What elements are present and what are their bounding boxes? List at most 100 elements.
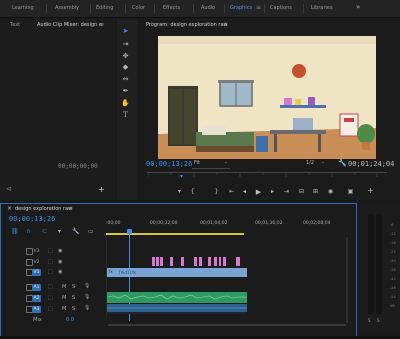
- sequence-menu-icon[interactable]: ≡: [68, 205, 73, 212]
- mute-button[interactable]: M: [62, 306, 66, 312]
- add-marker-icon[interactable]: ▾: [58, 228, 61, 235]
- eye-icon[interactable]: ◉: [58, 248, 62, 254]
- graphic-clip[interactable]: [208, 257, 211, 266]
- graphic-clip[interactable]: [236, 257, 240, 266]
- sync-lock-icon[interactable]: ⬚: [48, 284, 53, 290]
- audio-clip-a3[interactable]: [107, 312, 247, 314]
- workspace-tab-graphics[interactable]: Graphics: [230, 5, 252, 11]
- button-editor-icon[interactable]: +: [366, 187, 375, 195]
- graphic-clip[interactable]: [194, 257, 197, 266]
- tab-text[interactable]: Text: [10, 22, 20, 28]
- track-label-v2[interactable]: V2: [32, 259, 41, 266]
- monitor-playhead-icon[interactable]: ▾: [180, 173, 183, 180]
- mix-value[interactable]: 0.0: [66, 317, 74, 323]
- step-forward-frame-icon[interactable]: ▸: [268, 188, 277, 196]
- hand-icon[interactable]: ✋: [121, 99, 130, 108]
- workspace-tab-color[interactable]: Color: [132, 5, 145, 11]
- go-to-in-icon[interactable]: }: [212, 188, 221, 196]
- workspace-tab-editing[interactable]: Editing: [96, 5, 113, 11]
- mixer-prev-icon[interactable]: ⊲: [6, 185, 12, 193]
- graphic-clip[interactable]: [181, 257, 184, 266]
- sync-lock-icon[interactable]: ⬚: [48, 248, 53, 254]
- audio-clip-a2[interactable]: [107, 304, 247, 312]
- type-tool-icon[interactable]: T: [121, 111, 130, 120]
- slip-icon[interactable]: ↔: [121, 75, 130, 84]
- sequence-tab[interactable]: design exploration raw: [15, 206, 72, 212]
- workspace-tab-audio[interactable]: Audio: [201, 5, 215, 11]
- export-frame-icon[interactable]: ◉: [326, 188, 335, 196]
- track-label-v3[interactable]: V3: [32, 248, 41, 255]
- linked-selection-icon[interactable]: ⊂: [42, 228, 47, 235]
- mute-button[interactable]: M: [62, 284, 66, 290]
- fit-dropdown[interactable]: Fit ⌄: [192, 159, 230, 169]
- solo-button[interactable]: S: [72, 284, 75, 290]
- graphic-clip[interactable]: [199, 257, 202, 266]
- snap-icon[interactable]: ∩: [26, 228, 30, 235]
- track-label-v1[interactable]: V1: [32, 269, 41, 276]
- lift-icon[interactable]: ⊟: [297, 188, 306, 196]
- razor-icon[interactable]: ◆: [121, 63, 130, 72]
- pen-icon[interactable]: ✒: [121, 87, 130, 96]
- close-sequence-icon[interactable]: ×: [7, 205, 12, 212]
- mark-out-icon[interactable]: {: [188, 188, 197, 196]
- track-select-icon[interactable]: ⇥: [121, 40, 130, 49]
- workspace-menu-icon[interactable]: ≡: [256, 4, 261, 11]
- timeline-settings-icon[interactable]: 🔧: [72, 228, 79, 235]
- mixer-add-icon[interactable]: +: [98, 185, 105, 194]
- track-label-a3[interactable]: A3: [32, 306, 41, 313]
- meter-solo-right[interactable]: S: [377, 318, 380, 323]
- step-back-icon[interactable]: ⇤: [227, 188, 236, 196]
- graphic-clip[interactable]: [156, 257, 159, 266]
- resolution-dropdown[interactable]: 1/2 ⌄: [304, 159, 326, 168]
- graphic-clip[interactable]: [152, 257, 155, 266]
- video-clip-v1[interactable]: fx [Vid1].fx: [107, 268, 247, 277]
- insert-nest-icon[interactable]: ⛓: [11, 228, 19, 235]
- timeline-vertical-scrollbar[interactable]: [346, 237, 348, 323]
- compare-icon[interactable]: ▣: [346, 188, 355, 196]
- more-workspaces-icon[interactable]: »: [356, 3, 360, 11]
- graphic-clip[interactable]: [170, 257, 173, 266]
- mute-button[interactable]: M: [62, 295, 66, 301]
- eye-icon[interactable]: ◉: [58, 259, 62, 265]
- graphic-clip[interactable]: [223, 257, 226, 266]
- workspace-tab-effects[interactable]: Effects: [163, 5, 180, 11]
- workspace-tab-assembly[interactable]: Assembly: [55, 5, 79, 11]
- play-icon[interactable]: ▶: [254, 188, 263, 196]
- waveform: [107, 307, 247, 309]
- extract-icon[interactable]: ⊞: [311, 188, 320, 196]
- eye-icon[interactable]: ◉: [58, 269, 62, 275]
- timeline-timecode[interactable]: 00;00;13;26: [9, 215, 55, 223]
- wrench-icon[interactable]: 🔧: [338, 159, 347, 167]
- workspace-tab-learning[interactable]: Learning: [12, 5, 34, 11]
- mark-in-icon[interactable]: ▾: [175, 188, 184, 196]
- sync-lock-icon[interactable]: ⬚: [48, 295, 53, 301]
- graphic-clip[interactable]: [160, 257, 163, 266]
- track-label-a1[interactable]: A1: [32, 284, 41, 291]
- workspace-tab-captions[interactable]: Captions: [270, 5, 292, 11]
- tab-audio-clip-mixer[interactable]: Audio Clip Mixer: design e: [37, 22, 102, 28]
- microphone-icon[interactable]: 🎙: [84, 294, 90, 300]
- meter-solo-left[interactable]: S: [368, 318, 371, 323]
- track-label-a2[interactable]: A2: [32, 295, 41, 302]
- sync-lock-icon[interactable]: ⬚: [48, 259, 53, 265]
- timeline-horizontal-scrollbar[interactable]: [108, 324, 346, 326]
- workspace-tab-libraries[interactable]: Libraries: [311, 5, 333, 11]
- panel-menu-icon[interactable]: ≡: [100, 22, 104, 28]
- sync-lock-icon[interactable]: ⬚: [48, 269, 53, 275]
- go-to-out-icon[interactable]: ⇥: [282, 188, 291, 196]
- sync-lock-icon[interactable]: ⬚: [48, 306, 53, 312]
- monitor-menu-icon[interactable]: ≡: [223, 21, 228, 28]
- captions-icon[interactable]: ▭: [88, 228, 94, 235]
- audio-clip-a1[interactable]: [106, 292, 247, 303]
- microphone-icon[interactable]: 🎙: [84, 305, 90, 311]
- step-back-frame-icon[interactable]: ◂: [240, 188, 249, 196]
- microphone-icon[interactable]: 🎙: [84, 283, 90, 289]
- graphic-clip[interactable]: [214, 257, 217, 266]
- time-ruler[interactable]: :00;00 00;00;32;00 00;01;04;02 00;01;36;…: [106, 219, 348, 235]
- program-current-timecode[interactable]: 00;00;13;26: [146, 160, 192, 168]
- ripple-edit-icon[interactable]: ✥: [121, 52, 130, 61]
- selection-tool-icon[interactable]: ➤: [121, 27, 130, 36]
- graphic-clip[interactable]: [219, 257, 221, 266]
- solo-button[interactable]: S: [72, 295, 75, 301]
- solo-button[interactable]: S: [72, 306, 75, 312]
